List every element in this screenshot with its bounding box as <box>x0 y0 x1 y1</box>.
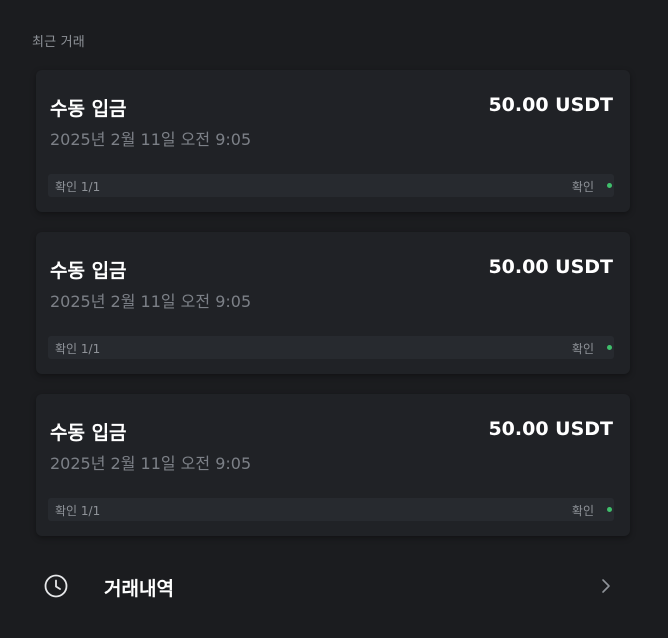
transaction-status-bar: 확인 1/1 확인 <box>48 174 614 197</box>
transaction-history-button[interactable]: 거래내역 <box>36 556 630 616</box>
transaction-type: 수동 입금 <box>50 260 127 282</box>
transaction-date: 2025년 2월 11일 오전 9:05 <box>50 130 252 149</box>
transaction-card[interactable]: 수동 입금 50.00 USDT 2025년 2월 11일 오전 9:05 확인… <box>36 70 630 212</box>
confirmation-count: 확인 1/1 <box>55 342 101 356</box>
transaction-date: 2025년 2월 11일 오전 9:05 <box>50 292 252 311</box>
transaction-status-bar: 확인 1/1 확인 <box>48 336 614 359</box>
confirmation-count: 확인 1/1 <box>55 504 101 518</box>
clock-icon <box>44 574 68 598</box>
status-dot-icon <box>607 183 612 188</box>
status-label: 확인 <box>571 504 594 518</box>
transaction-amount: 50.00 USDT <box>488 418 613 440</box>
transaction-date: 2025년 2월 11일 오전 9:05 <box>50 454 252 473</box>
transaction-card[interactable]: 수동 입금 50.00 USDT 2025년 2월 11일 오전 9:05 확인… <box>36 394 630 536</box>
transaction-amount: 50.00 USDT <box>488 94 613 116</box>
confirmation-count: 확인 1/1 <box>55 180 101 194</box>
status-dot-icon <box>607 507 612 512</box>
transaction-status-bar: 확인 1/1 확인 <box>48 498 614 521</box>
transaction-type: 수동 입금 <box>50 98 127 120</box>
transaction-card[interactable]: 수동 입금 50.00 USDT 2025년 2월 11일 오전 9:05 확인… <box>36 232 630 374</box>
status-label: 확인 <box>571 342 594 356</box>
transaction-amount: 50.00 USDT <box>488 256 613 278</box>
chevron-right-icon <box>602 579 610 593</box>
status-label: 확인 <box>571 180 594 194</box>
recent-transactions-title: 최근 거래 <box>32 35 85 50</box>
transaction-history-label: 거래내역 <box>104 578 174 600</box>
status-dot-icon <box>607 345 612 350</box>
transaction-type: 수동 입금 <box>50 422 127 444</box>
